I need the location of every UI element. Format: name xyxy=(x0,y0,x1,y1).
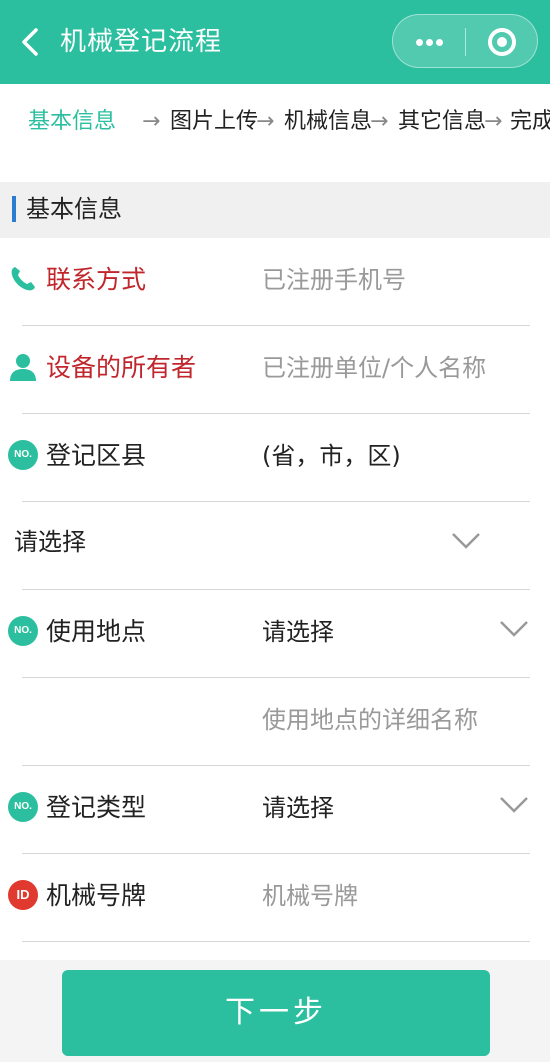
page-title: 机械登记流程 xyxy=(60,27,223,57)
location-detail-input[interactable]: 使用地点的详细名称 xyxy=(262,702,502,738)
chevron-down-icon xyxy=(450,528,482,552)
owner-row: 设备的所有者 已注册单位/个人名称 xyxy=(0,326,550,414)
owner-input[interactable]: 已注册单位/个人名称 xyxy=(262,350,486,386)
phone-icon xyxy=(8,264,38,294)
miniprogram-capsule xyxy=(392,14,538,68)
step-other-info: 其它信息 xyxy=(398,109,487,134)
user-icon xyxy=(8,352,38,382)
district-hint: (省，市，区) xyxy=(262,442,401,470)
location-row: NO. 使用地点 请选择 xyxy=(0,590,550,678)
plate-row: ID 机械号牌 机械号牌 xyxy=(0,854,550,942)
step-machine-info: 机械信息 xyxy=(284,109,373,134)
reg-type-select[interactable]: 请选择 xyxy=(262,790,334,826)
contact-label: 联系方式 xyxy=(46,265,147,294)
footer: 下一步 xyxy=(0,960,550,1062)
step-arrow: → xyxy=(256,109,275,134)
location-detail-row: 使用地点的详细名称 xyxy=(0,678,550,766)
step-progress: 基本信息 → 图片上传 → 机械信息 → 其它信息 → 完成 xyxy=(0,84,550,182)
chevron-down-icon[interactable] xyxy=(498,616,530,640)
section-accent-bar xyxy=(12,196,16,222)
section-header: 基本信息 xyxy=(0,182,550,238)
more-icon xyxy=(416,39,423,46)
step-arrow: → xyxy=(484,109,503,134)
step-arrow: → xyxy=(370,109,389,134)
reg-type-label: 登记类型 xyxy=(46,793,147,822)
app-header: 机械登记流程 xyxy=(0,0,550,84)
step-basic-info: 基本信息 xyxy=(28,109,117,134)
no-badge-icon: NO. xyxy=(8,616,38,646)
close-button[interactable] xyxy=(466,15,538,69)
chevron-down-icon[interactable] xyxy=(498,792,530,816)
district-select[interactable]: 请选择 xyxy=(0,502,550,590)
district-label: 登记区县 xyxy=(46,441,147,470)
step-image-upload: 图片上传 xyxy=(170,109,259,134)
next-step-button[interactable]: 下一步 xyxy=(62,970,490,1056)
divider xyxy=(22,941,530,942)
location-label: 使用地点 xyxy=(46,617,147,646)
owner-label: 设备的所有者 xyxy=(46,353,197,382)
section-title: 基本信息 xyxy=(26,195,122,223)
step-complete: 完成 xyxy=(510,109,550,134)
reg-type-row: NO. 登记类型 请选择 xyxy=(0,766,550,854)
contact-row: 联系方式 已注册手机号 xyxy=(0,238,550,326)
no-badge-icon: NO. xyxy=(8,792,38,822)
back-icon xyxy=(22,28,38,56)
district-row: NO. 登记区县 (省，市，区) xyxy=(0,414,550,502)
more-button[interactable] xyxy=(393,15,465,69)
location-select[interactable]: 请选择 xyxy=(262,614,334,650)
id-badge-icon: ID xyxy=(8,880,38,910)
district-select-value: 请选择 xyxy=(14,528,86,556)
contact-input[interactable]: 已注册手机号 xyxy=(262,262,406,298)
step-arrow: → xyxy=(142,109,161,134)
plate-input[interactable]: 机械号牌 xyxy=(262,878,358,914)
plate-label: 机械号牌 xyxy=(46,881,147,910)
no-badge-icon: NO. xyxy=(8,440,38,470)
back-button[interactable] xyxy=(16,24,46,60)
